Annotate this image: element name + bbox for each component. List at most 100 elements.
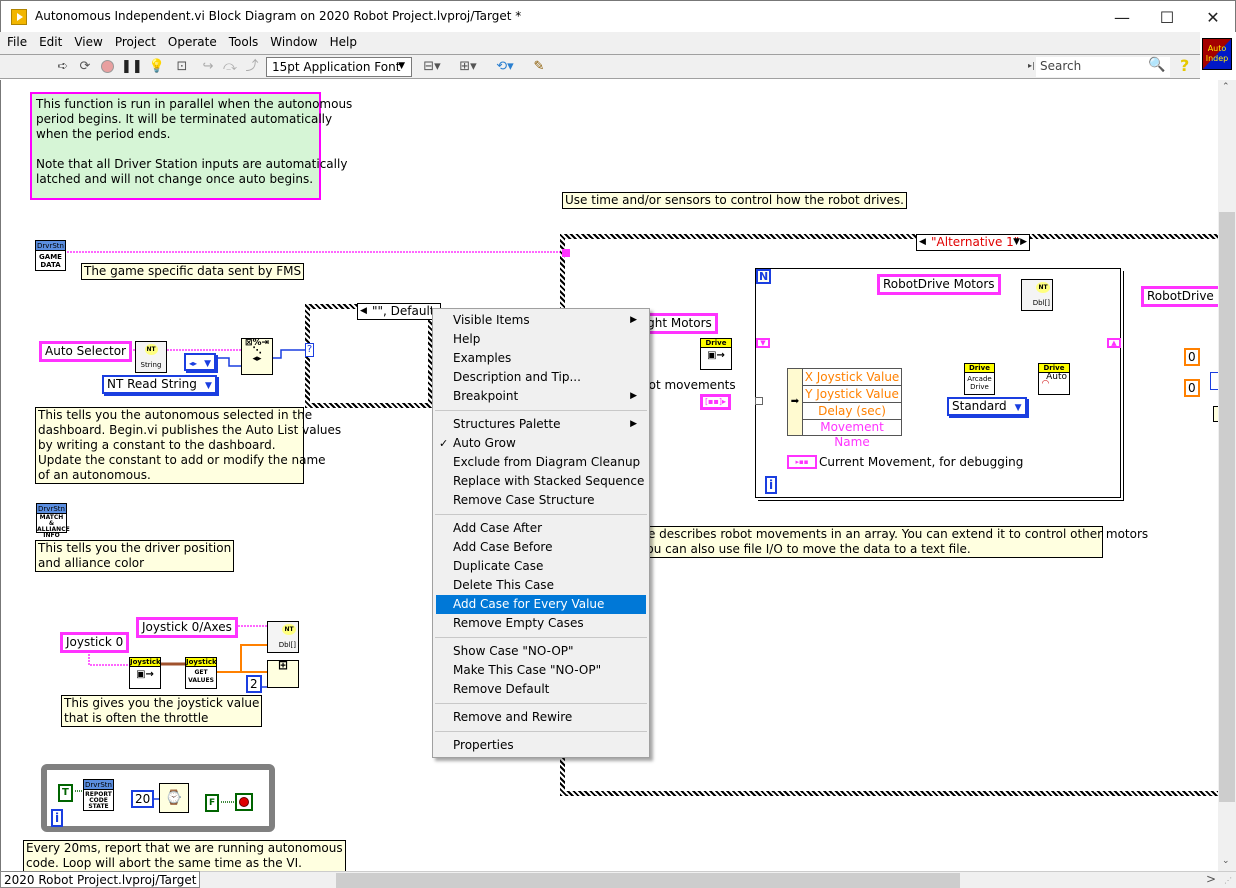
wait-ms-constant[interactable]: 20	[131, 790, 155, 808]
nt-write-dbl-array-vi[interactable]: NT Dbl[]	[267, 621, 299, 653]
close-button[interactable]: ✕	[1190, 1, 1236, 33]
menu-item-add-case-every-value[interactable]: Add Case for Every Value	[436, 595, 646, 614]
case-selector-terminal[interactable]: ?	[305, 343, 314, 357]
robotdrive-motors-label-2[interactable]: RobotDrive M	[1141, 286, 1218, 307]
decrement-case-icon[interactable]: ◀	[919, 235, 926, 250]
cluster-field-x[interactable]: X Joystick Value	[803, 369, 901, 386]
drive-auto-vi[interactable]: Drive Auto ◠	[1038, 363, 1070, 395]
cluster-field-delay[interactable]: Delay (sec)	[803, 403, 901, 420]
vi-icon[interactable]: Auto Indep	[1202, 38, 1232, 70]
true-constant[interactable]: T	[58, 784, 73, 802]
zero-constant-a[interactable]: 0	[1184, 348, 1200, 366]
standard-ring[interactable]: Standard ▼	[947, 397, 1027, 416]
menu-file[interactable]: File	[0, 32, 32, 49]
minimize-button[interactable]: —	[1099, 1, 1145, 33]
auto-selector-label[interactable]: Auto Selector	[39, 341, 132, 362]
zero-constant-b[interactable]: 0	[1184, 379, 1200, 397]
step-out-icon[interactable]: ⤴	[243, 59, 261, 75]
arcade-drive-vi[interactable]: Drive Arcade Drive	[964, 363, 995, 395]
match-alliance-info-vi[interactable]: DrvrStn MATCH & ALLIANCE INFO	[36, 503, 70, 539]
menu-item-auto-grow[interactable]: ✓ Auto Grow	[433, 434, 649, 453]
cleanup-diagram-icon[interactable]: ✎	[528, 59, 550, 75]
pause-icon[interactable]: ❚❚	[121, 59, 143, 75]
vertical-scrollbar[interactable]: ⌃ ⌄	[1218, 80, 1236, 871]
step-over-icon[interactable]: ⤼	[221, 59, 239, 75]
joystick-open-vi[interactable]: Joystick ▣→	[129, 657, 161, 689]
menu-item-properties[interactable]: Properties	[433, 736, 649, 755]
resize-grip-icon[interactable]: ⋰	[1224, 876, 1232, 885]
step-into-icon[interactable]: ↪	[199, 59, 217, 75]
menu-help[interactable]: Help	[323, 32, 362, 49]
game-data-vi[interactable]: DrvrStn GAME DATA	[35, 240, 66, 271]
shift-register-left-icon[interactable]: ▼	[756, 338, 770, 348]
string-to-enum-vi[interactable]: ⊠%⇥ ⋱ ◂▸	[241, 338, 273, 375]
left-case-selector[interactable]: ◀ "", Default	[357, 303, 441, 320]
menu-item-replace-stacked-sequence[interactable]: Replace with Stacked Sequence	[433, 472, 649, 491]
menu-item-help[interactable]: Help	[433, 330, 649, 349]
scroll-down-icon[interactable]: ⌄	[1222, 856, 1230, 866]
menu-item-remove-default[interactable]: Remove Default	[433, 680, 649, 699]
run-continuous-icon[interactable]: ⟳	[76, 59, 94, 75]
nt-read-string-ring[interactable]: NT Read String ▼	[102, 375, 217, 394]
current-movement-indicator[interactable]: ▸▪▪	[787, 455, 817, 469]
menu-item-remove-and-rewire[interactable]: Remove and Rewire	[433, 708, 649, 727]
font-select[interactable]: 15pt Application Font ▼	[266, 57, 412, 77]
nt-write-motors-vi[interactable]: NT Dbl[]	[1021, 279, 1053, 311]
reorder-icon[interactable]: ⟲▾	[492, 59, 518, 75]
cluster-field-name[interactable]: Movement Name	[803, 420, 901, 449]
search-icon[interactable]: 🔍	[1148, 57, 1165, 73]
retain-wire-values-icon[interactable]: ⊡	[173, 59, 191, 75]
menu-item-remove-case-structure[interactable]: Remove Case Structure	[433, 491, 649, 510]
scroll-up-icon[interactable]: ⌃	[1222, 82, 1230, 92]
scroll-right-icon[interactable]: >	[1206, 872, 1216, 886]
index-array-vi[interactable]: ⊞	[267, 659, 299, 688]
drive-open-vi[interactable]: Drive ▣→	[700, 338, 732, 370]
nt-read-string-vi[interactable]: NT String	[135, 341, 167, 373]
menu-view[interactable]: View	[67, 32, 107, 49]
menu-item-visible-items[interactable]: Visible Items ▶	[433, 311, 649, 330]
movements-array-constant[interactable]: [▪▪]▸	[700, 394, 731, 410]
menu-edit[interactable]: Edit	[32, 32, 67, 49]
joystick0-axes-label[interactable]: Joystick 0/Axes	[136, 617, 238, 638]
maximize-button[interactable]: ☐	[1144, 1, 1190, 33]
menu-item-make-case-noop[interactable]: Make This Case "NO-OP"	[433, 661, 649, 680]
shift-register-right-icon[interactable]: ▲	[1107, 338, 1121, 348]
menu-item-description-and-tip[interactable]: Description and Tip...	[433, 368, 649, 387]
menu-item-examples[interactable]: Examples	[433, 349, 649, 368]
abort-icon[interactable]	[98, 59, 116, 75]
enum-constant[interactable]: ◂▸ ▼	[184, 353, 216, 371]
wait-ms-icon[interactable]: ⌚	[159, 783, 189, 813]
unbundle-by-name[interactable]: X Joystick Value Y Joystick Value Delay …	[802, 368, 902, 449]
menu-item-exclude-cleanup[interactable]: Exclude from Diagram Cleanup	[433, 453, 649, 472]
help-icon[interactable]: ?	[1180, 56, 1189, 75]
run-arrow-icon[interactable]: ➪	[54, 59, 72, 75]
joystick-get-values-vi[interactable]: Joystick GET VALUES	[185, 657, 217, 689]
false-constant[interactable]: F	[205, 794, 220, 812]
search-expand-icon[interactable]: ▸|	[1028, 61, 1035, 70]
menu-operate[interactable]: Operate	[161, 32, 222, 49]
menu-item-show-case-noop[interactable]: Show Case "NO-OP"	[433, 642, 649, 661]
menu-item-delete-this-case[interactable]: Delete This Case	[433, 576, 649, 595]
vertical-scroll-thumb[interactable]	[1219, 212, 1235, 802]
menu-item-add-case-before[interactable]: Add Case Before	[433, 538, 649, 557]
joystick0-label[interactable]: Joystick 0	[60, 632, 130, 653]
menu-item-breakpoint[interactable]: Breakpoint ▶	[433, 387, 649, 406]
stop-terminal-icon[interactable]	[235, 793, 253, 811]
horizontal-scroll-thumb[interactable]	[336, 873, 960, 888]
decrement-case-icon[interactable]: ◀	[360, 304, 367, 319]
menu-item-add-case-after[interactable]: Add Case After	[433, 519, 649, 538]
highlight-execution-icon[interactable]: 💡	[148, 59, 166, 75]
right-case-selector[interactable]: ◀ "Alternative 1" ▼▶	[916, 234, 1030, 251]
distribute-objects-icon[interactable]: ⊞▾	[455, 59, 481, 75]
align-objects-icon[interactable]: ⊟▾	[420, 59, 444, 75]
index-constant[interactable]: 2	[246, 675, 262, 693]
report-code-state-vi[interactable]: DrvrStn REPORT CODE STATE	[83, 779, 114, 811]
menu-item-remove-empty-cases[interactable]: Remove Empty Cases	[433, 614, 649, 633]
cluster-field-y[interactable]: Y Joystick Value	[803, 386, 901, 403]
menu-item-structures-palette[interactable]: Structures Palette ▶	[433, 415, 649, 434]
robotdrive-motors-label[interactable]: RobotDrive Motors	[877, 274, 1001, 295]
menu-tools[interactable]: Tools	[222, 32, 264, 49]
menu-item-duplicate-case[interactable]: Duplicate Case	[433, 557, 649, 576]
menu-project[interactable]: Project	[108, 32, 161, 49]
menu-window[interactable]: Window	[263, 32, 322, 49]
